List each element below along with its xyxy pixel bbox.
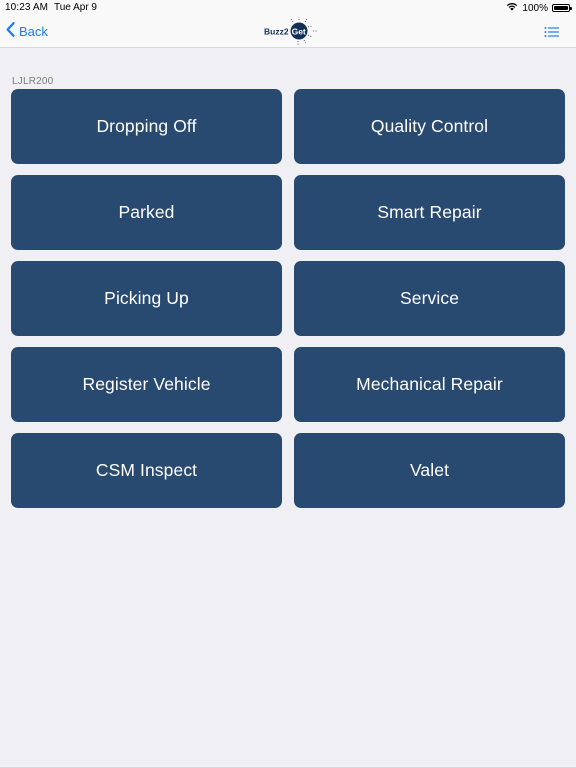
list-menu-button[interactable]	[544, 25, 560, 39]
tile-dropping-off[interactable]: Dropping Off	[11, 89, 282, 164]
back-button[interactable]: Back	[6, 22, 48, 40]
status-time: 10:23 AM	[5, 2, 49, 13]
battery-percent: 100%	[522, 2, 548, 14]
status-date: Tue Apr 9	[54, 2, 97, 13]
battery-fill	[554, 6, 568, 10]
wifi-icon	[506, 2, 518, 14]
back-label: Back	[19, 23, 48, 39]
status-bar: 10:23 AM Tue Apr 9 100%	[0, 0, 576, 16]
buzz2get-logo: Buzz2 Get	[260, 16, 318, 48]
chevron-left-icon	[6, 22, 15, 40]
logo-text-left: Buzz2	[264, 27, 289, 37]
tile-service[interactable]: Service	[294, 261, 565, 336]
tile-smart-repair[interactable]: Smart Repair	[294, 175, 565, 250]
section-label: LJLR200	[12, 76, 54, 87]
tile-register-vehicle[interactable]: Register Vehicle	[11, 347, 282, 422]
tile-parked[interactable]: Parked	[11, 175, 282, 250]
tile-quality-control[interactable]: Quality Control	[294, 89, 565, 164]
tile-valet[interactable]: Valet	[294, 433, 565, 508]
battery-icon	[552, 4, 572, 12]
logo-text-right: Get	[292, 27, 306, 37]
tile-picking-up[interactable]: Picking Up	[11, 261, 282, 336]
tile-mechanical-repair[interactable]: Mechanical Repair	[294, 347, 565, 422]
tile-csm-inspect[interactable]: CSM Inspect	[11, 433, 282, 508]
action-tile-grid: Dropping Off Quality Control Parked Smar…	[11, 89, 565, 508]
navigation-bar: Back Buzz2 Get	[0, 16, 576, 48]
status-indicators: 100%	[506, 2, 572, 14]
list-icon	[544, 26, 560, 43]
